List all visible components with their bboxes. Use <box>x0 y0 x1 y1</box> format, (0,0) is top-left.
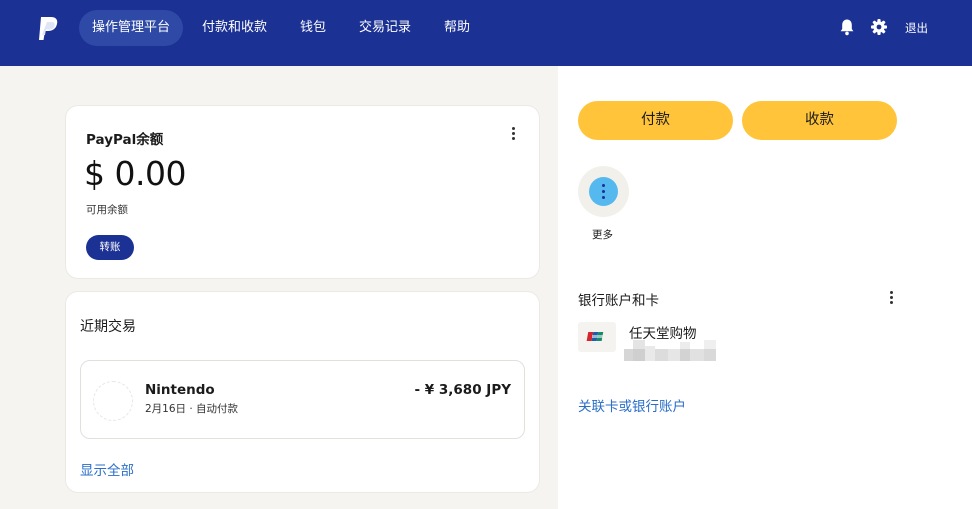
logout-link[interactable]: 退出 <box>905 20 928 36</box>
receive-button[interactable]: 收款 <box>742 101 897 140</box>
nav-activity[interactable]: 交易记录 <box>346 10 424 46</box>
nav-wallet[interactable]: 钱包 <box>287 10 339 46</box>
recent-transactions-title: 近期交易 <box>80 319 136 335</box>
banks-menu-icon[interactable] <box>886 290 896 306</box>
nav-dashboard[interactable]: 操作管理平台 <box>79 10 184 46</box>
balance-subtitle: 可用余额 <box>86 204 128 216</box>
recent-transactions-card: 近期交易 Nintendo 2月16日 · 自动付款 - ¥ 3,680 JPY… <box>66 292 539 492</box>
paypal-logo-icon[interactable] <box>38 16 60 42</box>
bank-card-name: 任天堂购物 <box>629 326 697 342</box>
unionpay-logo-icon <box>586 332 604 341</box>
link-card-or-bank-link[interactable]: 关联卡或银行账户 <box>578 395 686 415</box>
transaction-meta: 2月16日 · 自动付款 <box>145 403 239 415</box>
top-navigation-bar: 操作管理平台 付款和收款 钱包 交易记录 帮助 退出 <box>0 0 972 66</box>
balance-card: PayPal余额 $ 0.00 可用余额 转账 <box>66 106 539 278</box>
transaction-amount: - ¥ 3,680 JPY <box>414 382 512 398</box>
bell-icon[interactable] <box>837 17 857 37</box>
nav-help[interactable]: 帮助 <box>431 10 483 46</box>
balance-menu-icon[interactable] <box>508 126 518 142</box>
unionpay-card-icon[interactable] <box>578 322 616 352</box>
merchant-avatar <box>93 381 133 421</box>
more-label: 更多 <box>592 229 613 241</box>
more-button[interactable] <box>578 166 629 217</box>
balance-title: PayPal余额 <box>86 132 164 148</box>
transaction-merchant: Nintendo <box>145 382 215 398</box>
masked-card-number <box>624 340 716 361</box>
more-dots-icon <box>589 177 618 206</box>
transaction-item[interactable]: Nintendo 2月16日 · 自动付款 - ¥ 3,680 JPY <box>80 360 525 439</box>
nav-pay-and-receive[interactable]: 付款和收款 <box>189 10 280 46</box>
pay-button[interactable]: 付款 <box>578 101 733 140</box>
banks-title: 银行账户和卡 <box>578 293 659 309</box>
gear-icon[interactable] <box>869 17 889 37</box>
show-all-link[interactable]: 显示全部 <box>80 459 134 479</box>
balance-amount: $ 0.00 <box>84 154 186 193</box>
transfer-button[interactable]: 转账 <box>86 235 134 260</box>
